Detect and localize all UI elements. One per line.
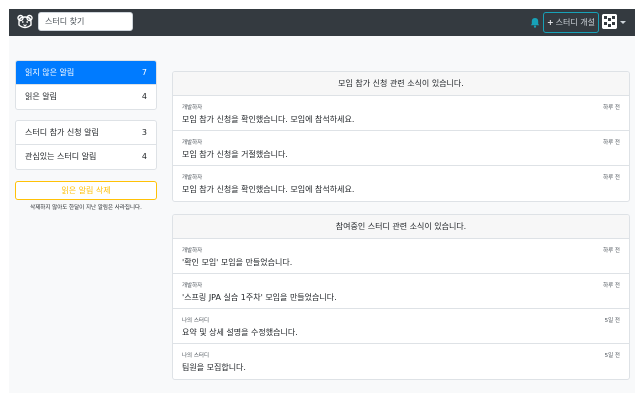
- notification-row[interactable]: 개발하자 하루 전 모임 참가 신청을 거절했습니다.: [173, 131, 629, 166]
- list-item-label: 관심있는 스터디 알림: [25, 152, 97, 161]
- card-header: 모임 참가 신청 관련 소식이 있습니다.: [173, 72, 629, 96]
- category-list: 스터디 참가 신청 알림 3 관심있는 스터디 알림 4: [15, 120, 157, 170]
- card-header: 참여중인 스터디 관련 소식이 있습니다.: [173, 215, 629, 239]
- enrollment-notification-card: 모임 참가 신청 관련 소식이 있습니다. 개발하자 하루 전 모임 참가 신청…: [172, 71, 630, 202]
- notification-time: 5일 전: [604, 318, 620, 324]
- open-study-button[interactable]: + 스터디 개설: [543, 12, 599, 33]
- notification-message: 모임 참가 신청을 거절했습니다.: [182, 150, 288, 159]
- delete-note: 삭제하지 않아도 한달이 지난 알림은 사라집니다.: [30, 205, 142, 211]
- notification-message: 모임 참가 신청을 확인했습니다. 모임에 참석하세요.: [182, 115, 355, 124]
- study-notification-card: 참여중인 스터디 관련 소식이 있습니다. 개발하자 하루 전 '확인 모임' …: [172, 214, 630, 380]
- notification-row[interactable]: 나의 스터디 5일 전 요약 및 상세 설명을 수정했습니다.: [173, 309, 629, 344]
- notification-author: 개발하자: [182, 248, 203, 254]
- delete-read-button[interactable]: 읽은 알림 삭제: [15, 181, 157, 200]
- notification-time: 하루 전: [603, 105, 620, 111]
- logo-icon[interactable]: [17, 14, 33, 30]
- list-item-unread[interactable]: 읽지 않은 알림 7: [16, 61, 156, 85]
- search-input[interactable]: 스터디 찾기: [38, 12, 133, 31]
- notification-author: 나의 스터디: [182, 318, 210, 324]
- list-item-count: 4: [141, 152, 147, 161]
- notification-message: '스프링 JPA 실습 1주차' 모임을 만들었습니다.: [182, 293, 337, 302]
- notification-row[interactable]: 개발하자 하루 전 모임 참가 신청을 확인했습니다. 모임에 참석하세요.: [173, 96, 629, 131]
- list-item-label: 읽은 알림: [25, 92, 57, 101]
- notification-time: 5일 전: [604, 353, 620, 359]
- navbar: 스터디 찾기 + 스터디 개설: [9, 9, 635, 36]
- list-item-count: 3: [141, 128, 147, 137]
- notification-author: 개발하자: [182, 105, 203, 111]
- notification-author: 나의 스터디: [182, 353, 210, 359]
- read-status-list: 읽지 않은 알림 7 읽은 알림 4: [15, 60, 157, 110]
- list-item-count: 7: [141, 68, 147, 77]
- notification-time: 하루 전: [603, 140, 620, 146]
- notification-row[interactable]: 나의 스터디 5일 전 팀원을 모집합니다.: [173, 344, 629, 379]
- list-item-interest[interactable]: 관심있는 스터디 알림 4: [16, 145, 156, 169]
- plus-icon: +: [546, 18, 554, 27]
- list-item-read[interactable]: 읽은 알림 4: [16, 85, 156, 109]
- notification-message: '확인 모임' 모임을 만들었습니다.: [182, 258, 293, 267]
- notification-author: 개발하자: [182, 175, 203, 181]
- list-item-enrollment[interactable]: 스터디 참가 신청 알림 3: [16, 121, 156, 145]
- notification-time: 하루 전: [603, 248, 620, 254]
- notification-time: 하루 전: [603, 283, 620, 289]
- notification-author: 개발하자: [182, 283, 203, 289]
- notification-message: 모임 참가 신청을 확인했습니다. 모임에 참석하세요.: [182, 185, 355, 194]
- notification-message: 요약 및 상세 설명을 수정했습니다.: [182, 328, 298, 337]
- notification-row[interactable]: 개발하자 하루 전 모임 참가 신청을 확인했습니다. 모임에 참석하세요.: [173, 166, 629, 201]
- bell-icon[interactable]: [530, 17, 540, 28]
- page-frame: 스터디 찾기 + 스터디 개설 읽지 않은 알림 7 읽은 알림 4 스터디 참…: [9, 9, 635, 393]
- notification-message: 팀원을 모집합니다.: [182, 363, 246, 372]
- notification-row[interactable]: 개발하자 하루 전 '스프링 JPA 실습 1주차' 모임을 만들었습니다.: [173, 274, 629, 309]
- open-study-label: 스터디 개설: [555, 18, 596, 27]
- list-item-label: 읽지 않은 알림: [25, 68, 75, 77]
- avatar[interactable]: [602, 14, 617, 29]
- list-item-count: 4: [141, 92, 147, 101]
- notification-author: 개발하자: [182, 140, 203, 146]
- caret-down-icon[interactable]: [620, 21, 626, 24]
- list-item-label: 스터디 참가 신청 알림: [25, 128, 99, 137]
- notification-row[interactable]: 개발하자 하루 전 '확인 모임' 모임을 만들었습니다.: [173, 239, 629, 274]
- notification-time: 하루 전: [603, 175, 620, 181]
